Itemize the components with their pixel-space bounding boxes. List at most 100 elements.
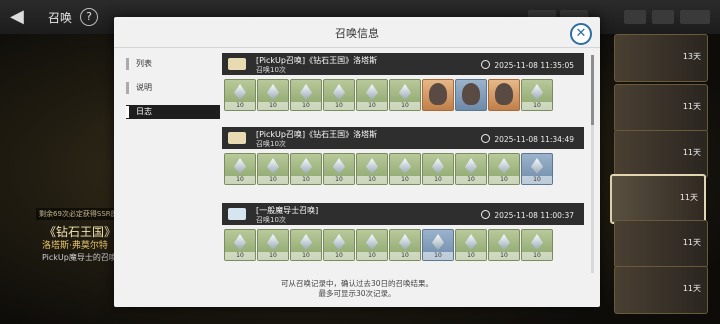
crystal-icon xyxy=(531,84,543,100)
reward-quantity: 10 xyxy=(324,102,354,110)
character-portrait-icon xyxy=(495,83,513,105)
reward-quantity: 10 xyxy=(291,102,321,110)
tab-log[interactable]: 日志 xyxy=(126,105,220,119)
crystal-icon xyxy=(267,234,279,250)
crystal-reward[interactable]: 10 xyxy=(521,153,553,185)
record-time: 2025-11-08 11:35:05 xyxy=(481,60,574,70)
crystal-reward[interactable]: 10 xyxy=(521,229,553,261)
banner-card[interactable]: 11天 xyxy=(614,220,708,268)
help-button[interactable]: ? xyxy=(80,8,98,26)
tab-label: 日志 xyxy=(136,107,152,116)
crystal-reward[interactable]: 10 xyxy=(356,79,388,111)
reward-quantity: 10 xyxy=(291,252,321,260)
days-remaining: 11天 xyxy=(682,148,701,157)
crystal-reward[interactable]: 10 xyxy=(389,79,421,111)
crystal-icon xyxy=(366,234,378,250)
banner-card-selected[interactable]: 11天 xyxy=(610,174,706,224)
crystal-reward[interactable]: 10 xyxy=(290,79,322,111)
ticket-icon xyxy=(228,132,246,144)
crystal-reward[interactable]: 10 xyxy=(422,153,454,185)
summon-record: [PickUp召唤]《钻石王国》洛塔斯 召唤10次 2025-11-08 11:35… xyxy=(222,53,584,123)
banner-card[interactable]: 13天 xyxy=(614,34,708,82)
reward-quantity: 10 xyxy=(522,252,552,260)
crystal-reward[interactable]: 10 xyxy=(224,229,256,261)
ticket-icon xyxy=(228,58,246,70)
crystal-reward[interactable]: 10 xyxy=(356,153,388,185)
reward-quantity: 10 xyxy=(456,252,486,260)
character-reward[interactable] xyxy=(488,79,520,111)
days-remaining: 11天 xyxy=(682,102,701,111)
crystal-reward[interactable]: 10 xyxy=(455,229,487,261)
reward-quantity: 10 xyxy=(258,102,288,110)
crystal-icon xyxy=(234,234,246,250)
crystal-reward[interactable]: 10 xyxy=(455,153,487,185)
crystal-reward[interactable]: 10 xyxy=(257,229,289,261)
crystal-icon xyxy=(531,234,543,250)
reward-quantity: 10 xyxy=(357,102,387,110)
crystal-reward[interactable]: 10 xyxy=(224,153,256,185)
banner-description: PickUp魔导士的召唤机 xyxy=(42,253,125,262)
mail-icon[interactable] xyxy=(624,10,646,24)
record-header: [PickUp召唤]《钻石王国》洛塔斯 召唤10次 2025-11-08 11:34… xyxy=(222,127,584,149)
reward-quantity: 10 xyxy=(423,252,453,260)
crystal-reward[interactable]: 10 xyxy=(389,153,421,185)
days-remaining: 11天 xyxy=(679,193,698,202)
crystal-icon xyxy=(333,158,345,174)
crystal-icon xyxy=(399,158,411,174)
reward-quantity: 10 xyxy=(225,102,255,110)
crystal-reward[interactable]: 10 xyxy=(389,229,421,261)
reward-quantity: 10 xyxy=(489,176,519,184)
crystal-reward[interactable]: 10 xyxy=(323,153,355,185)
crystal-icon xyxy=(300,158,312,174)
reward-quantity: 10 xyxy=(522,102,552,110)
summon-log-list[interactable]: [PickUp召唤]《钻石王国》洛塔斯 召唤10次 2025-11-08 11:35… xyxy=(222,53,594,273)
scroll-thumb[interactable] xyxy=(591,55,594,125)
reward-quantity: 10 xyxy=(357,252,387,260)
crystal-reward[interactable]: 10 xyxy=(257,153,289,185)
character-portrait-icon xyxy=(429,83,447,105)
crystal-icon xyxy=(366,84,378,100)
close-button[interactable]: ✕ xyxy=(570,23,592,45)
crystal-reward[interactable]: 10 xyxy=(521,79,553,111)
chat-icon[interactable] xyxy=(652,10,674,24)
back-icon[interactable]: ◀ xyxy=(10,7,36,27)
ticket-icon xyxy=(228,208,246,220)
tab-list[interactable]: 列表 xyxy=(126,57,220,71)
dialog-header: 召唤信息 ✕ xyxy=(114,17,600,48)
summon-record: [PickUp召唤]《钻石王国》洛塔斯 召唤10次 2025-11-08 11:34… xyxy=(222,127,584,197)
banner-card[interactable]: 11天 xyxy=(614,130,708,178)
crystal-icon xyxy=(300,84,312,100)
crystal-reward[interactable]: 10 xyxy=(224,79,256,111)
days-remaining: 11天 xyxy=(682,238,701,247)
tab-description[interactable]: 说明 xyxy=(126,81,220,95)
summon-info-dialog: 召唤信息 ✕ 列表 说明 日志 [PickUp召唤]《钻石王国》洛塔斯 召唤10次… xyxy=(114,17,600,307)
crystal-reward[interactable]: 10 xyxy=(488,229,520,261)
reward-quantity: 10 xyxy=(357,176,387,184)
menu-icon[interactable] xyxy=(680,10,710,24)
character-reward[interactable] xyxy=(422,79,454,111)
crystal-icon xyxy=(432,158,444,174)
banner-card[interactable]: 11天 xyxy=(614,266,708,314)
banner-card[interactable]: 11天 xyxy=(614,84,708,132)
crystal-reward[interactable]: 10 xyxy=(488,153,520,185)
banner-list: 13天 11天 11天 11天 11天 11天 xyxy=(606,34,720,324)
character-reward[interactable] xyxy=(455,79,487,111)
crystal-reward[interactable]: 10 xyxy=(323,229,355,261)
crystal-icon xyxy=(267,158,279,174)
reward-quantity: 10 xyxy=(390,102,420,110)
crystal-icon xyxy=(267,84,279,100)
crystal-icon xyxy=(498,234,510,250)
crystal-reward[interactable]: 10 xyxy=(290,229,322,261)
reward-quantity: 10 xyxy=(456,176,486,184)
record-timestamp: 2025-11-08 11:34:49 xyxy=(494,135,574,144)
reward-quantity: 10 xyxy=(423,176,453,184)
crystal-reward[interactable]: 10 xyxy=(290,153,322,185)
scrollbar[interactable] xyxy=(591,55,594,273)
record-timestamp: 2025-11-08 11:00:37 xyxy=(494,211,574,220)
crystal-reward[interactable]: 10 xyxy=(356,229,388,261)
crystal-reward[interactable]: 10 xyxy=(422,229,454,261)
crystal-reward[interactable]: 10 xyxy=(323,79,355,111)
character-portrait-icon xyxy=(462,83,480,105)
record-count: 召唤10次 xyxy=(256,140,286,148)
crystal-reward[interactable]: 10 xyxy=(257,79,289,111)
